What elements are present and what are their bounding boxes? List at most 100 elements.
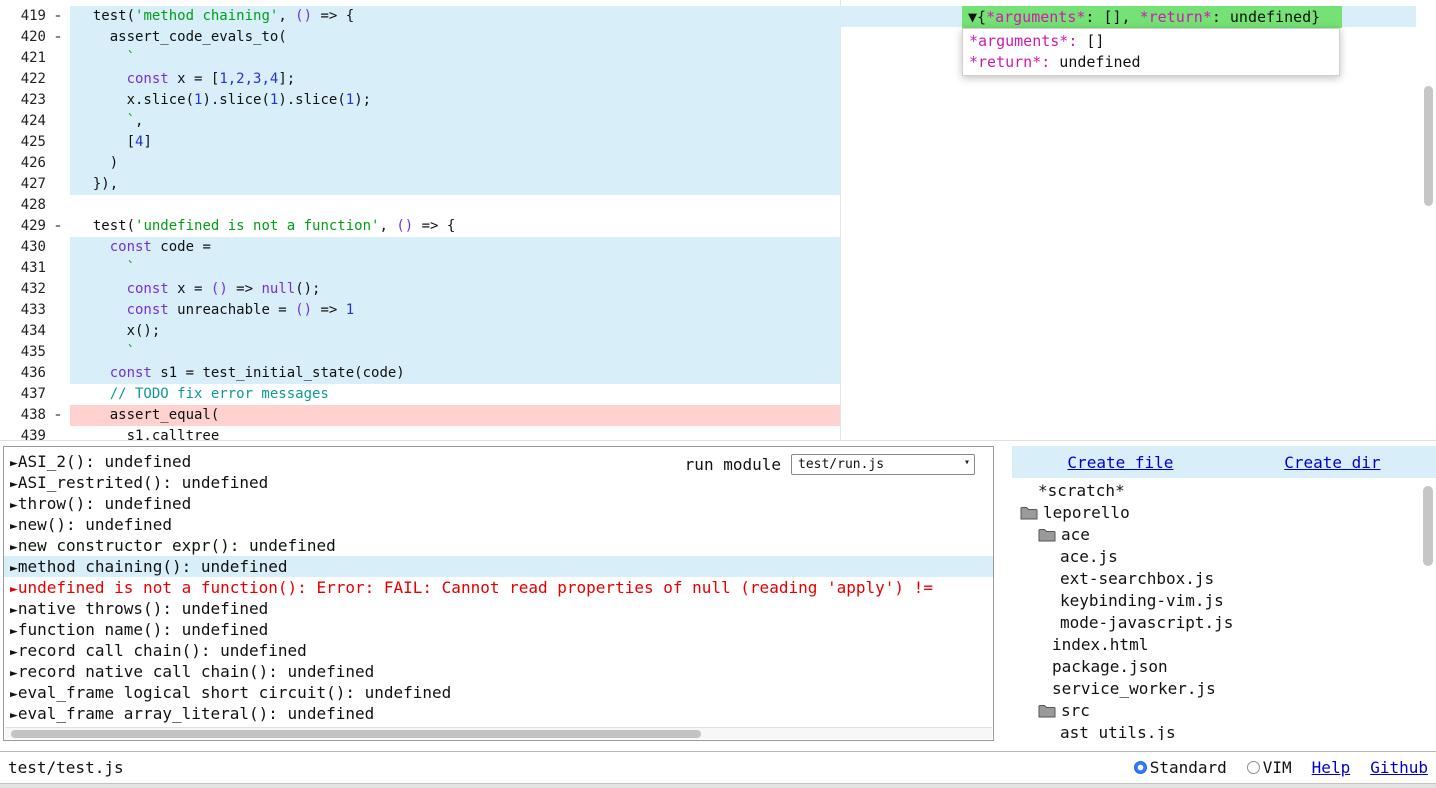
test-result-row[interactable]: ►method chaining(): undefined [4, 556, 993, 577]
code-line[interactable]: 439 s1.calltree [0, 426, 1436, 441]
line-number: 419 [0, 6, 46, 27]
fold-widget-icon[interactable]: - [50, 405, 66, 426]
code-line[interactable]: 430 const code = [0, 237, 1436, 258]
line-number: 436 [0, 363, 46, 384]
expand-arrow-icon[interactable]: ► [10, 708, 18, 723]
code-line[interactable]: 425 [4] [0, 132, 1436, 153]
line-number: 423 [0, 90, 46, 111]
expand-arrow-icon[interactable]: ► [10, 498, 18, 513]
tree-folder[interactable]: src [1012, 700, 1436, 722]
files-scrollbar[interactable] [1423, 484, 1433, 738]
tooltip-header[interactable]: ▼{*arguments*: [], *return*: undefined} [962, 6, 1342, 28]
expand-arrow-icon[interactable]: ► [10, 624, 18, 639]
code-line[interactable]: 438- assert_equal( [0, 405, 1436, 426]
run-module-select[interactable]: test/run.js [791, 454, 975, 475]
expand-arrow-icon[interactable]: ► [10, 477, 18, 492]
console-hscrollbar-thumb[interactable] [11, 730, 701, 738]
expand-arrow-icon[interactable]: ► [10, 519, 18, 534]
code-line[interactable]: 428 [0, 195, 1436, 216]
status-bar: test/test.js Standard VIM Help Github [0, 751, 1436, 783]
line-number: 435 [0, 342, 46, 363]
tree-folder[interactable]: ace [1012, 524, 1436, 546]
code-line[interactable]: 436 const s1 = test_initial_state(code) [0, 363, 1436, 384]
fold-widget-icon[interactable]: - [50, 6, 66, 27]
test-result-row[interactable]: ►record call chain(): undefined [4, 640, 993, 661]
fold-widget-icon[interactable]: - [50, 27, 66, 48]
file-panel-header: Create file Create dir [1012, 446, 1436, 478]
line-highlight [70, 342, 840, 363]
code-line[interactable]: 435 ` [0, 342, 1436, 363]
line-number: 434 [0, 321, 46, 342]
help-link[interactable]: Help [1312, 758, 1351, 777]
expand-arrow-icon[interactable]: ► [10, 687, 18, 702]
test-result-text: new constructor expr(): undefined [18, 536, 336, 555]
line-number: 433 [0, 300, 46, 321]
expand-arrow-icon[interactable]: ► [10, 582, 18, 597]
test-result-row[interactable]: ►ASI_restrited(): undefined [4, 472, 993, 493]
tree-label: src [1061, 700, 1090, 722]
test-result-row[interactable]: ►eval_frame logical short circuit(): und… [4, 682, 993, 703]
tree-label: ace.js [1060, 546, 1118, 568]
tree-file[interactable]: ast_utils.js [1012, 722, 1436, 740]
test-result-text: native throws(): undefined [18, 599, 268, 618]
test-result-row[interactable]: ►new constructor expr(): undefined [4, 535, 993, 556]
run-module-label: run module [685, 455, 781, 474]
code-line[interactable]: 432 const x = () => null(); [0, 279, 1436, 300]
line-number: 420 [0, 27, 46, 48]
tree-file[interactable]: *scratch* [1012, 480, 1436, 502]
code-line[interactable]: 423 x.slice(1).slice(1).slice(1); [0, 90, 1436, 111]
expand-arrow-icon[interactable]: ► [10, 561, 18, 576]
expand-arrow-icon[interactable]: ► [10, 603, 18, 618]
code-line[interactable]: 429- test('undefined is not a function',… [0, 216, 1436, 237]
test-result-row[interactable]: ►undefined is not a function(): Error: F… [4, 577, 993, 598]
test-result-row[interactable]: ►eval_frame array_literal(): undefined [4, 703, 993, 724]
tree-file[interactable]: package.json [1012, 656, 1436, 678]
code-line[interactable]: 426 ) [0, 153, 1436, 174]
test-result-text: throw(): undefined [18, 494, 191, 513]
code-line[interactable]: 433 const unreachable = () => 1 [0, 300, 1436, 321]
tree-folder[interactable]: leporello [1012, 502, 1436, 524]
tree-file[interactable]: ace.js [1012, 546, 1436, 568]
github-link[interactable]: Github [1370, 758, 1428, 777]
code-line[interactable]: 424 `, [0, 111, 1436, 132]
tree-file[interactable]: mode-javascript.js [1012, 612, 1436, 634]
expand-arrow-icon[interactable]: ► [10, 540, 18, 555]
tooltip-body: *arguments*: []*return*: undefined [962, 28, 1340, 76]
keybinding-vim-label: VIM [1263, 758, 1292, 777]
line-number: 432 [0, 279, 46, 300]
tree-file[interactable]: ext-searchbox.js [1012, 568, 1436, 590]
tree-file[interactable]: keybinding-vim.js [1012, 590, 1436, 612]
keybinding-vim-radio[interactable]: VIM [1247, 758, 1292, 777]
test-result-row[interactable]: ►throw(): undefined [4, 493, 993, 514]
create-file-link[interactable]: Create file [1067, 453, 1173, 472]
keybinding-standard-radio[interactable]: Standard [1134, 758, 1227, 777]
test-result-row[interactable]: ►native throws(): undefined [4, 598, 993, 619]
code-line[interactable]: 431 ` [0, 258, 1436, 279]
code-line[interactable]: 427 }), [0, 174, 1436, 195]
code-line[interactable]: 437 // TODO fix error messages [0, 384, 1436, 405]
line-number: 427 [0, 174, 46, 195]
expand-arrow-icon[interactable]: ► [10, 666, 18, 681]
test-result-row[interactable]: ►record native call chain(): undefined [4, 661, 993, 682]
code-line[interactable]: 434 x(); [0, 321, 1436, 342]
line-highlight [70, 111, 840, 132]
test-result-row[interactable]: ►new(): undefined [4, 514, 993, 535]
files-scrollbar-thumb[interactable] [1423, 486, 1433, 566]
line-number: 429 [0, 216, 46, 237]
create-dir-link[interactable]: Create dir [1284, 453, 1380, 472]
line-highlight [70, 48, 840, 69]
fold-widget-icon[interactable]: - [50, 216, 66, 237]
tree-label: service_worker.js [1052, 678, 1216, 700]
tree-label: ace [1061, 524, 1090, 546]
line-number: 430 [0, 237, 46, 258]
console-hscrollbar[interactable] [5, 727, 992, 739]
test-result-text: function name(): undefined [18, 620, 268, 639]
tree-file[interactable]: index.html [1012, 634, 1436, 656]
tree-file[interactable]: service_worker.js [1012, 678, 1436, 700]
tree-label: package.json [1052, 656, 1168, 678]
test-result-row[interactable]: ►function name(): undefined [4, 619, 993, 640]
expand-arrow-icon[interactable]: ► [10, 456, 18, 471]
editor-scrollbar[interactable] [1424, 2, 1433, 438]
expand-arrow-icon[interactable]: ► [10, 645, 18, 660]
editor-scrollbar-thumb[interactable] [1424, 86, 1433, 206]
